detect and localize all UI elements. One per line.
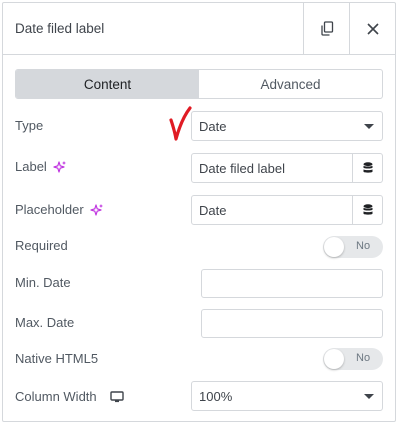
placeholder-field-label-text: Placeholder (15, 202, 84, 217)
type-label-text: Type (15, 118, 44, 133)
toggle-knob (324, 237, 344, 257)
red-checkmark-annotation (169, 106, 192, 141)
required-label-text: Required (15, 238, 68, 253)
label-field-label: Label (15, 159, 67, 174)
tab-advanced[interactable]: Advanced (199, 70, 382, 98)
chevron-down-icon (364, 124, 374, 129)
label-field-label-text: Label (15, 159, 47, 174)
ai-sparkle-icon[interactable] (90, 203, 104, 217)
ai-sparkle-icon[interactable] (53, 160, 67, 174)
column-width-label: Column Width (15, 389, 125, 404)
min-date-input[interactable] (201, 269, 383, 298)
column-width-select-value: 100% (199, 388, 233, 404)
toggle-knob (324, 349, 344, 369)
chevron-down-icon (364, 394, 374, 399)
native-html5-label: Native HTML5 (15, 351, 98, 366)
dynamic-tags-button[interactable] (352, 154, 382, 182)
panel-tabs: Content Advanced (15, 69, 383, 99)
placeholder-input-group: Date (191, 195, 383, 225)
type-select-value: Date (199, 118, 227, 134)
dynamic-tags-button[interactable] (352, 196, 382, 224)
label-input[interactable]: Date filed label (192, 154, 352, 182)
desktop-icon[interactable] (109, 390, 125, 403)
placeholder-field-label: Placeholder (15, 202, 104, 217)
copy-icon (320, 21, 333, 36)
close-icon (366, 22, 379, 35)
min-date-label: Min. Date (15, 275, 71, 290)
panel-title: Date filed label (15, 21, 105, 36)
type-label: Type (15, 118, 43, 133)
column-width-label-text: Column Width (15, 389, 97, 404)
required-toggle-text: No (356, 240, 371, 252)
placeholder-input[interactable]: Date (192, 196, 352, 224)
widget-settings-panel: Date filed label Content Advanced Type D… (2, 2, 396, 422)
database-icon (363, 162, 372, 173)
label-input-group: Date filed label (191, 153, 383, 183)
max-date-label-text: Max. Date (15, 315, 75, 330)
panel-header: Date filed label (3, 3, 395, 55)
required-toggle[interactable]: No (323, 236, 383, 258)
copy-button[interactable] (303, 3, 349, 54)
native-html5-label-text: Native HTML5 (15, 351, 99, 366)
close-button[interactable] (349, 3, 395, 54)
type-select[interactable]: Date (191, 111, 383, 141)
tab-content[interactable]: Content (16, 70, 199, 98)
max-date-input[interactable] (201, 309, 383, 338)
max-date-label: Max. Date (15, 315, 74, 330)
min-date-label-text: Min. Date (15, 275, 71, 290)
required-label: Required (15, 238, 68, 253)
native-html5-toggle[interactable]: No (323, 348, 383, 370)
native-html5-toggle-text: No (356, 352, 371, 364)
database-icon (363, 204, 372, 215)
column-width-select[interactable]: 100% (191, 381, 383, 411)
